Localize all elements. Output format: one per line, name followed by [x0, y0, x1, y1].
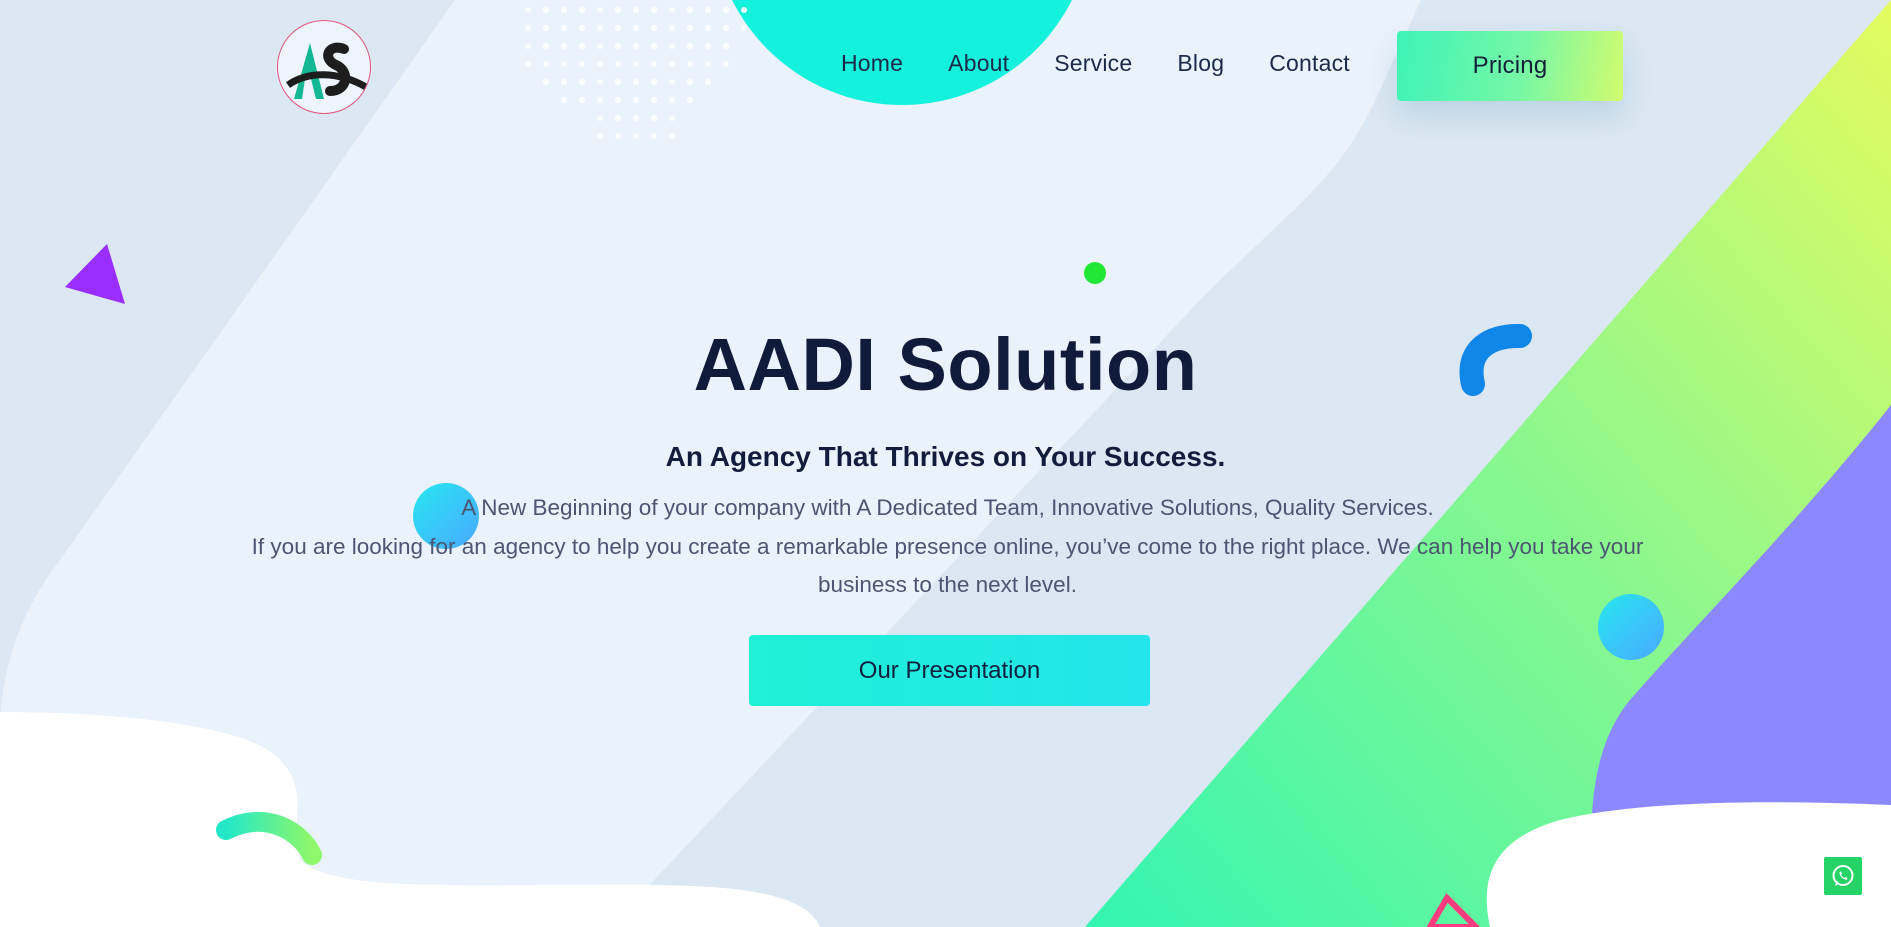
whatsapp-icon: [1832, 865, 1854, 886]
nav-blog[interactable]: Blog: [1177, 50, 1224, 77]
pricing-button[interactable]: Pricing: [1397, 31, 1623, 101]
logo-mark-icon: [285, 42, 368, 99]
hero-description-line-1: A New Beginning of your company with A D…: [461, 495, 1434, 520]
nav-home[interactable]: Home: [841, 50, 903, 77]
our-presentation-button[interactable]: Our Presentation: [749, 635, 1150, 706]
green-dot-decoration: [1084, 262, 1106, 284]
whatsapp-button[interactable]: [1824, 857, 1862, 895]
main-nav: Home About Service Blog Contact: [841, 50, 1395, 77]
nav-contact[interactable]: Contact: [1269, 50, 1350, 77]
hero-title: AADI Solution: [693, 323, 1198, 406]
hero-description-line-2: If you are looking for an agency to help…: [251, 534, 1644, 597]
nav-about[interactable]: About: [948, 50, 1009, 77]
hero-subtitle: An Agency That Thrives on Your Success.: [665, 441, 1226, 472]
nav-service[interactable]: Service: [1054, 50, 1132, 77]
page: Home About Service Blog Contact Pricing …: [0, 0, 1891, 927]
logo[interactable]: [277, 20, 371, 114]
